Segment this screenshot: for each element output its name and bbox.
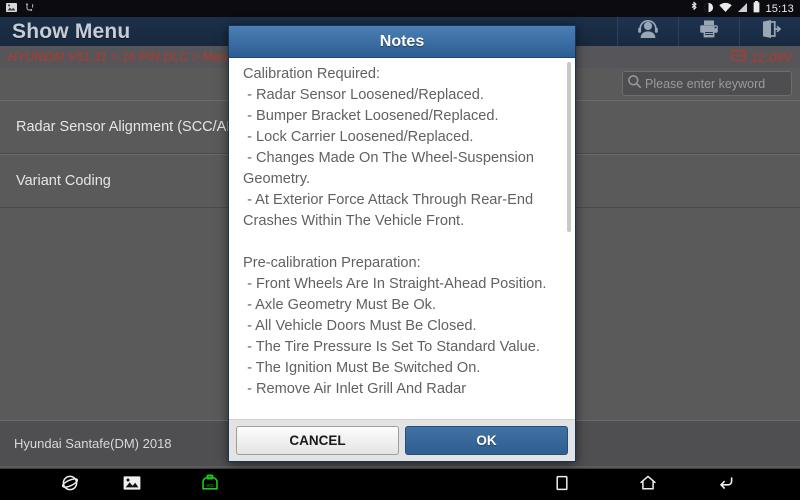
home-icon	[639, 474, 657, 496]
dialog-scroll-thumb[interactable]	[567, 62, 571, 232]
exit-button[interactable]	[739, 17, 800, 46]
recents-button[interactable]	[540, 469, 584, 500]
browser-icon	[61, 474, 79, 497]
gallery-button[interactable]	[110, 469, 154, 500]
menu-item-label: Variant Coding	[16, 173, 111, 189]
search-input[interactable]	[642, 76, 782, 91]
gallery-icon	[123, 475, 141, 496]
voltage-value: 12.09V	[750, 49, 792, 65]
ok-button[interactable]: OK	[405, 426, 568, 455]
battery-voltage-icon	[730, 48, 746, 66]
dialog-body: Calibration Required: - Radar Sensor Loo…	[229, 58, 575, 419]
support-headset-icon	[637, 19, 659, 44]
rotation-lock-icon	[703, 0, 714, 18]
notes-text: Calibration Required: - Radar Sensor Loo…	[243, 66, 547, 397]
dialog-title: Notes	[229, 26, 575, 58]
wifi-icon	[719, 0, 733, 18]
android-status-bar: 15:13	[0, 0, 800, 17]
exit-icon	[759, 19, 782, 44]
print-button[interactable]	[678, 17, 739, 46]
search-icon	[627, 74, 642, 94]
cancel-button[interactable]: CANCEL	[236, 426, 399, 455]
menu-item-label: Radar Sensor Alignment (SCC/AEB)	[16, 119, 251, 135]
vci-button[interactable]: VCI	[188, 469, 232, 500]
home-button[interactable]	[626, 469, 670, 500]
svg-text:VCI: VCI	[206, 483, 213, 488]
back-button[interactable]	[704, 469, 748, 500]
vehicle-info-label: Hyundai Santafe(DM) 2018	[14, 436, 172, 451]
screenshot-icon	[6, 0, 17, 18]
status-clock: 15:13	[765, 2, 794, 15]
dialog-button-row: CANCEL OK	[229, 419, 575, 461]
print-icon	[698, 19, 720, 44]
tablet-screen: 15:13 Show Menu HYUNDAI V51.31 > 16 PIN …	[0, 0, 800, 500]
battery-icon	[753, 0, 760, 18]
page-title: Show Menu	[12, 19, 131, 43]
system-navigation-bar: VCI	[0, 468, 800, 500]
usb-icon	[25, 0, 36, 18]
voltage-indicator: 12.09V	[730, 48, 800, 66]
status-icons-left	[6, 0, 36, 18]
signal-icon	[737, 0, 748, 18]
status-icons-right: 15:13	[690, 0, 794, 18]
search-box[interactable]	[622, 71, 792, 96]
back-icon	[717, 475, 735, 496]
recents-icon	[555, 475, 569, 496]
dialog-scrollbar[interactable]	[567, 60, 573, 419]
vci-connector-icon: VCI	[199, 473, 221, 497]
browser-button[interactable]	[48, 469, 92, 500]
support-headset-button[interactable]	[617, 17, 678, 46]
bluetooth-icon	[690, 0, 698, 18]
header-toolbar	[617, 17, 800, 46]
notes-dialog: Notes Calibration Required: - Radar Sens…	[228, 25, 576, 462]
